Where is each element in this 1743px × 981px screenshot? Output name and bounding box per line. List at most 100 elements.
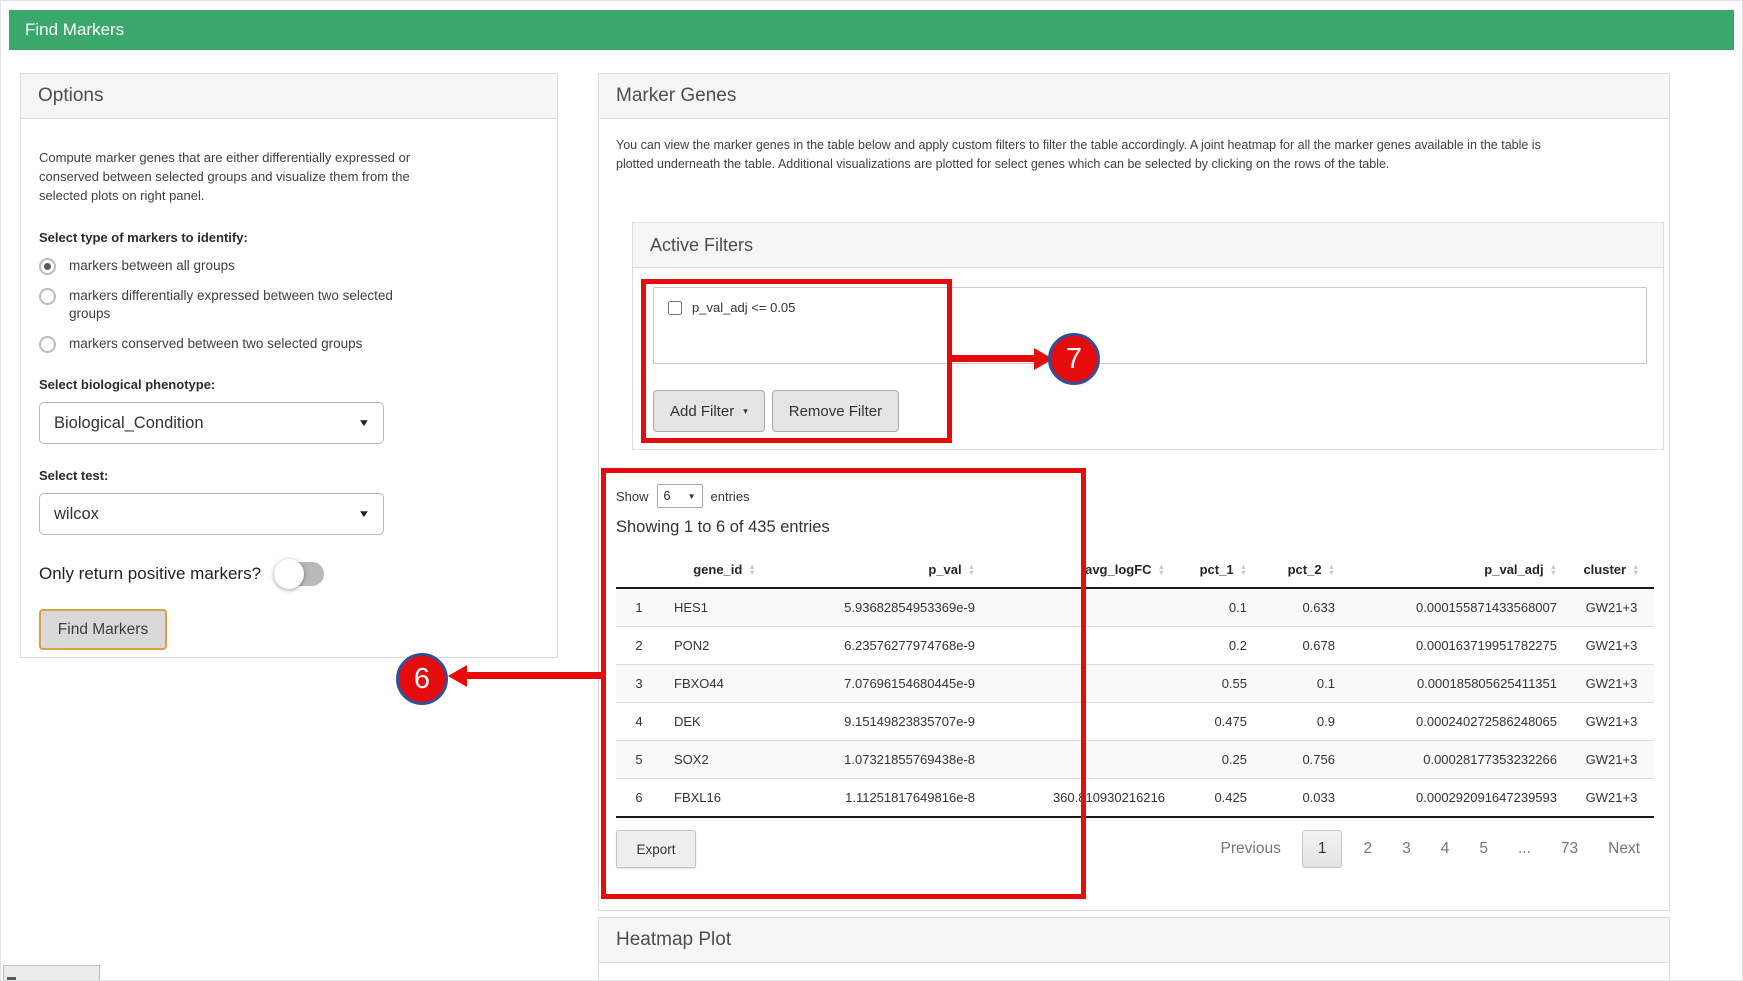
column-label: pct_2 (1288, 562, 1322, 577)
column-header-index (616, 552, 662, 588)
cell-p-val: 1.07321855769438e-8 (787, 741, 987, 779)
table-row[interactable]: 3 FBXO44 7.07696154680445e-9 0.55 0.1 0.… (616, 665, 1654, 703)
page-length-select[interactable]: 6 ▼ (657, 484, 703, 508)
test-label: Select test: (39, 468, 540, 483)
radio-markers-differentially-expressed[interactable]: markers differentially expressed between… (39, 287, 540, 323)
cell-cluster: GW21+3 (1569, 741, 1654, 779)
export-button[interactable]: Export (616, 830, 696, 868)
column-header-cluster[interactable]: cluster▲▼ (1569, 552, 1654, 588)
sort-icon: ▲▼ (1240, 564, 1247, 575)
cell-gene-id: FBXL16 (662, 779, 787, 818)
sort-icon: ▲▼ (1328, 564, 1335, 575)
table-header-row: gene_id▲▼ p_val▲▼ avg_logFC▲▼ pct_1▲▼ pc… (616, 552, 1654, 588)
cell-avg-logfc (987, 665, 1177, 703)
marker-genes-panel: Marker Genes You can view the marker gen… (598, 73, 1670, 911)
row-index: 6 (616, 779, 662, 818)
table-info: Showing 1 to 6 of 435 entries (616, 518, 830, 537)
caret-down-icon: ▼ (358, 509, 371, 520)
cell-pct-1: 0.2 (1177, 627, 1259, 665)
caret-down-icon: ▾ (743, 406, 748, 417)
filter-label: p_val_adj <= 0.05 (692, 300, 795, 315)
radio-unselected-icon[interactable] (39, 336, 56, 353)
cell-avg-logfc (987, 627, 1177, 665)
bottom-left-partial-button[interactable] (3, 965, 100, 981)
radio-label: markers differentially expressed between… (69, 287, 399, 323)
cell-cluster: GW21+3 (1569, 703, 1654, 741)
cell-p-val: 1.11251817649816e-8 (787, 779, 987, 818)
show-label: Show (616, 489, 649, 504)
table-row[interactable]: 6 FBXL16 1.11251817649816e-8 360.8109302… (616, 779, 1654, 818)
pagination-page-2[interactable]: 2 (1348, 831, 1387, 867)
cell-pct-1: 0.55 (1177, 665, 1259, 703)
filter-checkbox[interactable] (668, 301, 682, 315)
remove-filter-button[interactable]: Remove Filter (772, 390, 899, 432)
cell-p-val: 5.93682854953369e-9 (787, 588, 987, 627)
column-header-pct-1[interactable]: pct_1▲▼ (1177, 552, 1259, 588)
radio-selected-icon[interactable] (39, 258, 56, 275)
test-select[interactable]: wilcox ▼ (39, 493, 384, 535)
column-header-gene-id[interactable]: gene_id▲▼ (662, 552, 787, 588)
column-label: p_val (928, 562, 961, 577)
active-filters-panel: Active Filters p_val_adj <= 0.05 Add Fil… (632, 222, 1664, 450)
cell-gene-id: DEK (662, 703, 787, 741)
table-row[interactable]: 5 SOX2 1.07321855769438e-8 0.25 0.756 0.… (616, 741, 1654, 779)
cell-p-val-adj: 0.000155871433568007 (1347, 588, 1569, 627)
cell-pct-1: 0.425 (1177, 779, 1259, 818)
positive-markers-label: Only return positive markers? (39, 564, 261, 584)
filter-list: p_val_adj <= 0.05 (653, 287, 1647, 364)
test-select-value: wilcox (54, 505, 99, 524)
sort-icon: ▲▼ (1158, 564, 1165, 575)
options-panel: Options Compute marker genes that are ei… (20, 73, 558, 658)
row-index: 5 (616, 741, 662, 779)
pagination-page-5[interactable]: 5 (1464, 831, 1503, 867)
cell-avg-logfc (987, 703, 1177, 741)
table-row[interactable]: 2 PON2 6.23576277974768e-9 0.2 0.678 0.0… (616, 627, 1654, 665)
pagination-next[interactable]: Next (1593, 831, 1655, 867)
cell-pct-2: 0.633 (1259, 588, 1347, 627)
column-header-p-val-adj[interactable]: p_val_adj▲▼ (1347, 552, 1569, 588)
filter-buttons-row: Add Filter ▾ Remove Filter (653, 390, 1663, 432)
pagination-previous[interactable]: Previous (1206, 831, 1296, 867)
pagination-page-73[interactable]: 73 (1546, 831, 1593, 867)
annotation-circle-7: 7 (1048, 333, 1100, 385)
radio-markers-conserved[interactable]: markers conserved between two selected g… (39, 335, 540, 353)
add-filter-button[interactable]: Add Filter ▾ (653, 390, 765, 432)
sort-icon: ▲▼ (748, 564, 755, 575)
toggle-knob[interactable] (274, 559, 304, 589)
find-markers-button[interactable]: Find Markers (39, 609, 167, 650)
radio-markers-between-all-groups[interactable]: markers between all groups (39, 257, 540, 275)
caret-down-icon: ▼ (688, 492, 696, 501)
options-panel-body: Compute marker genes that are either dif… (21, 119, 557, 650)
annotation-arrow-6-line (463, 672, 603, 679)
pagination-page-4[interactable]: 4 (1426, 831, 1465, 867)
table-row[interactable]: 4 DEK 9.15149823835707e-9 0.475 0.9 0.00… (616, 703, 1654, 741)
row-index: 4 (616, 703, 662, 741)
radio-unselected-icon[interactable] (39, 288, 56, 305)
column-label: p_val_adj (1484, 562, 1543, 577)
row-index: 2 (616, 627, 662, 665)
pagination-page-1[interactable]: 1 (1302, 830, 1343, 868)
page-title: Find Markers (9, 10, 1734, 50)
cell-pct-2: 0.678 (1259, 627, 1347, 665)
column-header-pct-2[interactable]: pct_2 ▲▼ (1259, 552, 1347, 588)
pagination-page-3[interactable]: 3 (1387, 831, 1426, 867)
cell-pct-2: 0.1 (1259, 665, 1347, 703)
phenotype-label: Select biological phenotype: (39, 377, 540, 392)
cell-pct-1: 0.475 (1177, 703, 1259, 741)
cell-cluster: GW21+3 (1569, 627, 1654, 665)
find-markers-page: Find Markers Options Compute marker gene… (0, 0, 1743, 981)
cell-pct-2: 0.9 (1259, 703, 1347, 741)
annotation-circle-6: 6 (396, 653, 448, 705)
row-index: 3 (616, 665, 662, 703)
phenotype-select[interactable]: Biological_Condition ▼ (39, 402, 384, 444)
cell-avg-logfc (987, 741, 1177, 779)
column-header-avg-logfc[interactable]: avg_logFC▲▼ (987, 552, 1177, 588)
caret-down-icon: ▼ (358, 418, 371, 429)
marker-genes-table: gene_id▲▼ p_val▲▼ avg_logFC▲▼ pct_1▲▼ pc… (616, 552, 1654, 818)
pagination: Previous 1 2 3 4 5 ... 73 Next (1206, 830, 1655, 868)
add-filter-label: Add Filter (670, 403, 734, 420)
column-header-p-val[interactable]: p_val▲▼ (787, 552, 987, 588)
table-row[interactable]: 1 HES1 5.93682854953369e-9 0.1 0.633 0.0… (616, 588, 1654, 627)
cell-p-val-adj: 0.000240272586248065 (1347, 703, 1569, 741)
positive-markers-toggle[interactable] (276, 562, 324, 586)
